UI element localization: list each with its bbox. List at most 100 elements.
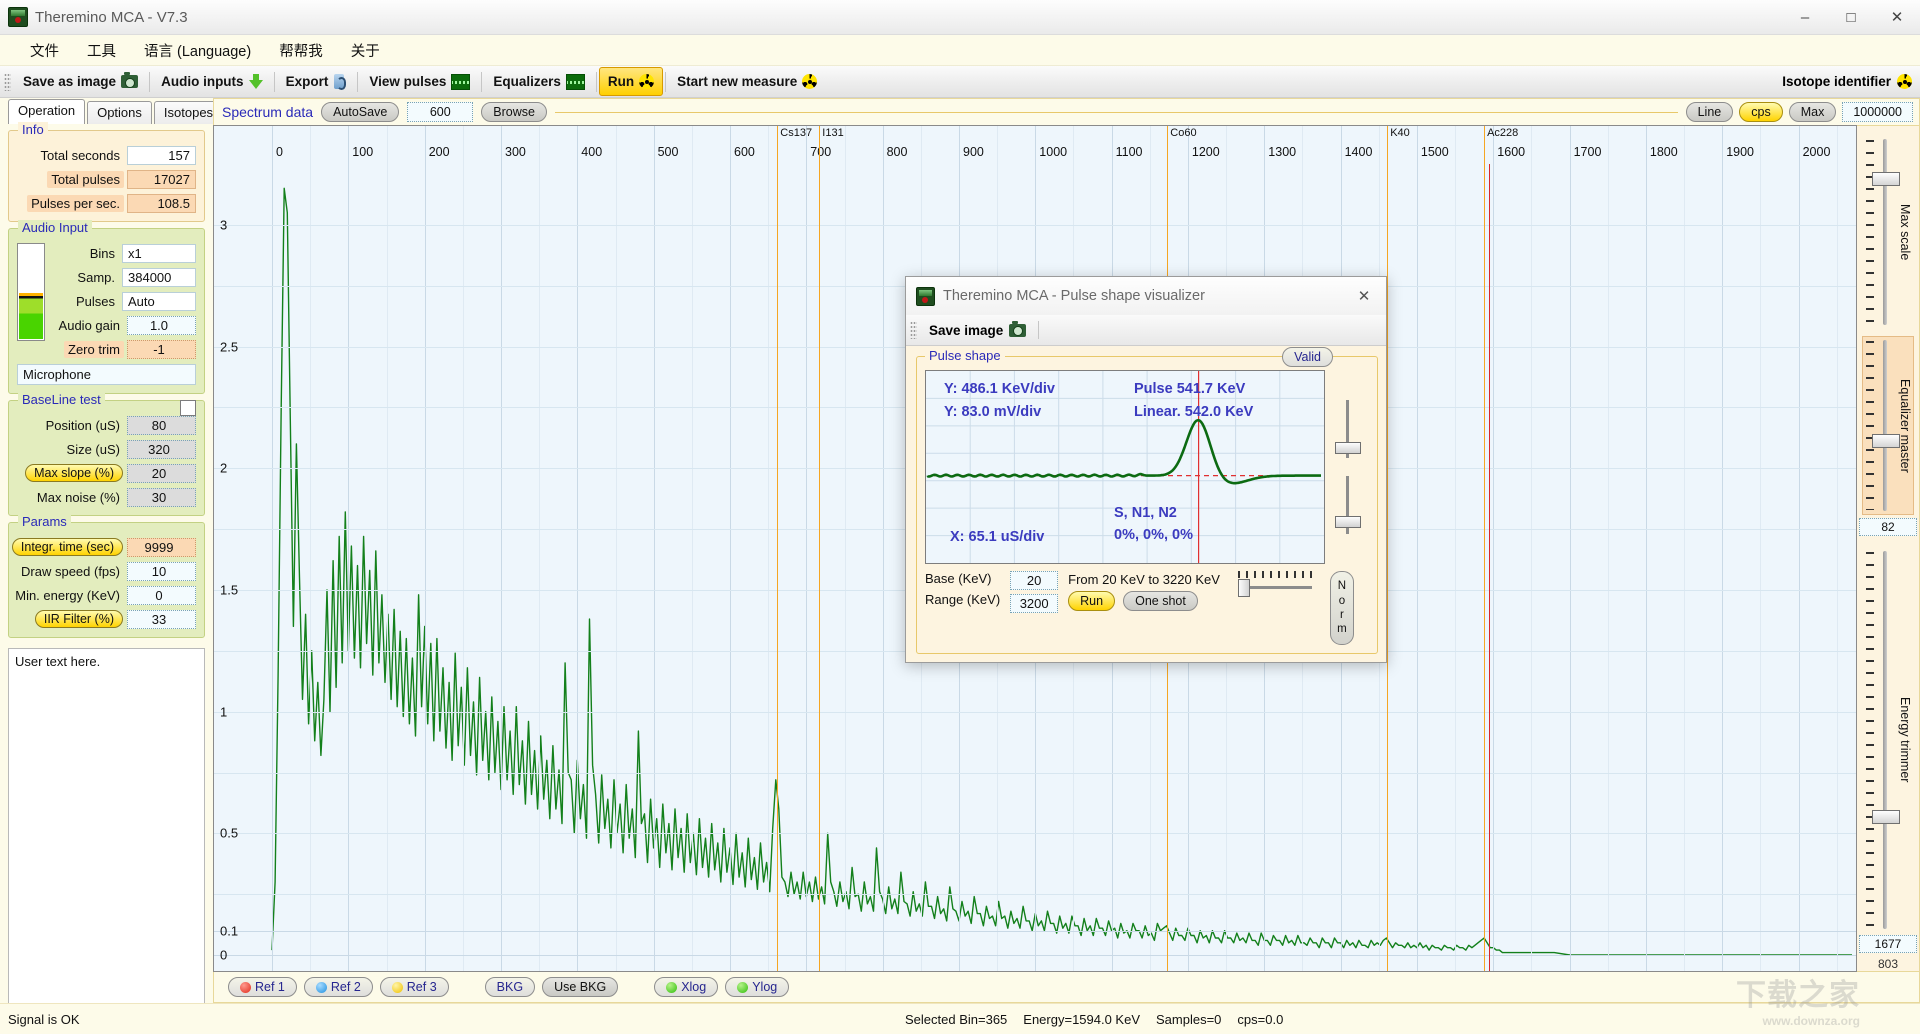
max-button[interactable]: Max xyxy=(1789,102,1837,122)
max-scale-slider[interactable] xyxy=(1863,136,1897,328)
autosave-button[interactable]: AutoSave xyxy=(321,102,399,122)
iir-filter-button[interactable]: IIR Filter (%) xyxy=(35,610,123,628)
bkg-button[interactable]: BKG xyxy=(485,977,535,997)
gridline-horizontal xyxy=(214,225,1856,226)
energy-trimmer-value[interactable]: 1677 xyxy=(1859,935,1917,953)
menu-item-language[interactable]: 语言 (Language) xyxy=(130,37,265,64)
menu-item-tools[interactable]: 工具 xyxy=(73,37,130,64)
base-kev-input[interactable]: 20 xyxy=(1010,571,1058,590)
norm-letter: N xyxy=(1338,579,1346,593)
norm-letter: o xyxy=(1339,594,1345,608)
menu-item-file[interactable]: 文件 xyxy=(16,37,73,64)
minimize-button[interactable]: – xyxy=(1782,0,1828,34)
dialog-close-button[interactable]: ✕ xyxy=(1342,277,1386,315)
slider-thumb[interactable] xyxy=(1238,579,1250,597)
view-pulses-label: View pulses xyxy=(369,74,446,89)
x-axis-tick-label: 300 xyxy=(501,145,526,159)
slider-thumb[interactable] xyxy=(1335,442,1361,454)
size-us-value[interactable]: 320 xyxy=(127,440,196,459)
mca-app-icon xyxy=(8,7,28,27)
integr-time-value[interactable]: 9999 xyxy=(127,538,196,557)
dialog-save-image-button[interactable]: Save image xyxy=(921,323,1034,338)
audio-gain-value[interactable]: 1.0 xyxy=(127,316,196,335)
range-kev-input[interactable]: 3200 xyxy=(1010,594,1058,613)
energy-trimmer-slider[interactable] xyxy=(1863,548,1897,932)
browse-button[interactable]: Browse xyxy=(481,102,547,122)
position-us-value[interactable]: 80 xyxy=(127,416,196,435)
user-text-area[interactable]: User text here. xyxy=(8,648,205,1015)
green-led-icon xyxy=(737,982,748,993)
pulse-zoom-slider[interactable] xyxy=(1236,571,1314,593)
norm-button[interactable]: N o r m xyxy=(1330,571,1354,645)
slider-thumb[interactable] xyxy=(1335,516,1361,528)
tab-operation[interactable]: Operation xyxy=(8,99,85,124)
ref1-button[interactable]: Ref 1 xyxy=(228,977,297,997)
zero-trim-value[interactable]: -1 xyxy=(127,340,196,359)
audio-inputs-button[interactable]: Audio inputs xyxy=(152,67,271,96)
x-axis-tick-label: 2000 xyxy=(1799,145,1831,159)
one-shot-button[interactable]: One shot xyxy=(1123,591,1198,611)
isotope-marker-label: I131 xyxy=(819,127,843,139)
menu-item-about[interactable]: 关于 xyxy=(337,37,394,64)
integr-time-button[interactable]: Integr. time (sec) xyxy=(12,538,123,556)
equalizers-button[interactable]: Equalizers xyxy=(484,67,594,96)
waveform-icon xyxy=(451,74,470,90)
close-button[interactable]: ✕ xyxy=(1874,0,1920,34)
max-slope-value[interactable]: 20 xyxy=(127,464,196,483)
max-slope-button[interactable]: Max slope (%) xyxy=(25,464,123,482)
left-tab-strip: Operation Options Isotopes xyxy=(0,98,213,124)
tab-options[interactable]: Options xyxy=(87,101,152,124)
xlog-button[interactable]: Xlog xyxy=(654,977,718,997)
iir-filter-value[interactable]: 33 xyxy=(127,610,196,629)
max-scale-input[interactable]: 1000000 xyxy=(1842,102,1913,122)
max-noise-value[interactable]: 30 xyxy=(127,488,196,507)
slider-thumb[interactable] xyxy=(1872,810,1900,824)
gridline-horizontal xyxy=(214,712,1856,713)
baseline-test-checkbox[interactable] xyxy=(180,400,196,416)
menu-item-help[interactable]: 帮帮我 xyxy=(265,37,337,64)
maximize-button[interactable]: □ xyxy=(1828,0,1874,34)
pulses-value[interactable]: Auto xyxy=(122,292,196,311)
save-as-image-button[interactable]: Save as image xyxy=(14,67,147,96)
audio-gain-label: Audio gain xyxy=(59,318,127,333)
run-button[interactable]: Run xyxy=(599,67,663,96)
gridline-vertical xyxy=(1531,126,1532,971)
bins-value[interactable]: x1 xyxy=(122,244,196,263)
slider-thumb[interactable] xyxy=(1872,434,1900,448)
use-bkg-button[interactable]: Use BKG xyxy=(542,977,618,997)
audio-device-field[interactable]: Microphone xyxy=(17,364,196,385)
ref2-button[interactable]: Ref 2 xyxy=(304,977,373,997)
export-button[interactable]: Export xyxy=(277,67,356,96)
slider-thumb[interactable] xyxy=(1872,172,1900,186)
equalizer-master-value[interactable]: 82 xyxy=(1859,518,1917,536)
gridline-vertical xyxy=(883,126,884,971)
cps-button[interactable]: cps xyxy=(1739,102,1782,122)
pulse-shape-plot[interactable]: Y: 486.1 KeV/div Y: 83.0 mV/div Pulse 54… xyxy=(925,370,1325,564)
y-axis-tick-label: 3 xyxy=(220,217,227,232)
gridline-vertical xyxy=(1722,126,1723,971)
gridline-vertical xyxy=(616,126,617,971)
ylog-button[interactable]: Ylog xyxy=(725,977,789,997)
export-label: Export xyxy=(286,74,329,89)
line-button[interactable]: Line xyxy=(1686,102,1734,122)
isotope-identifier-button[interactable]: Isotope identifier xyxy=(1782,74,1912,89)
view-pulses-button[interactable]: View pulses xyxy=(360,67,479,96)
energy-trimmer-slider-box: Energy trimmer xyxy=(1863,548,1913,932)
dialog-run-button[interactable]: Run xyxy=(1068,591,1115,611)
start-new-measure-button[interactable]: Start new measure xyxy=(668,67,826,96)
min-energy-value[interactable]: 0 xyxy=(127,586,196,605)
autosave-interval-input[interactable]: 600 xyxy=(407,102,473,122)
x-axis-tick-label: 1100 xyxy=(1112,145,1143,159)
samp-value[interactable]: 384000 xyxy=(122,268,196,287)
toolbar-grip[interactable] xyxy=(4,73,11,91)
table-row: Draw speed (fps) 10 xyxy=(17,561,196,581)
pulse-offset-slider[interactable] xyxy=(1328,474,1366,536)
pulse-gain-slider[interactable] xyxy=(1328,398,1366,460)
base-kev-label: Base (KeV) xyxy=(925,571,1000,586)
draw-speed-value[interactable]: 10 xyxy=(127,562,196,581)
x-axis-tick-label: 400 xyxy=(577,145,602,159)
ref3-button[interactable]: Ref 3 xyxy=(380,977,449,997)
equalizer-master-slider[interactable] xyxy=(1863,337,1897,514)
equalizer-master-label: Equalizer master xyxy=(1897,337,1913,514)
toolbar-grip[interactable] xyxy=(910,321,917,339)
